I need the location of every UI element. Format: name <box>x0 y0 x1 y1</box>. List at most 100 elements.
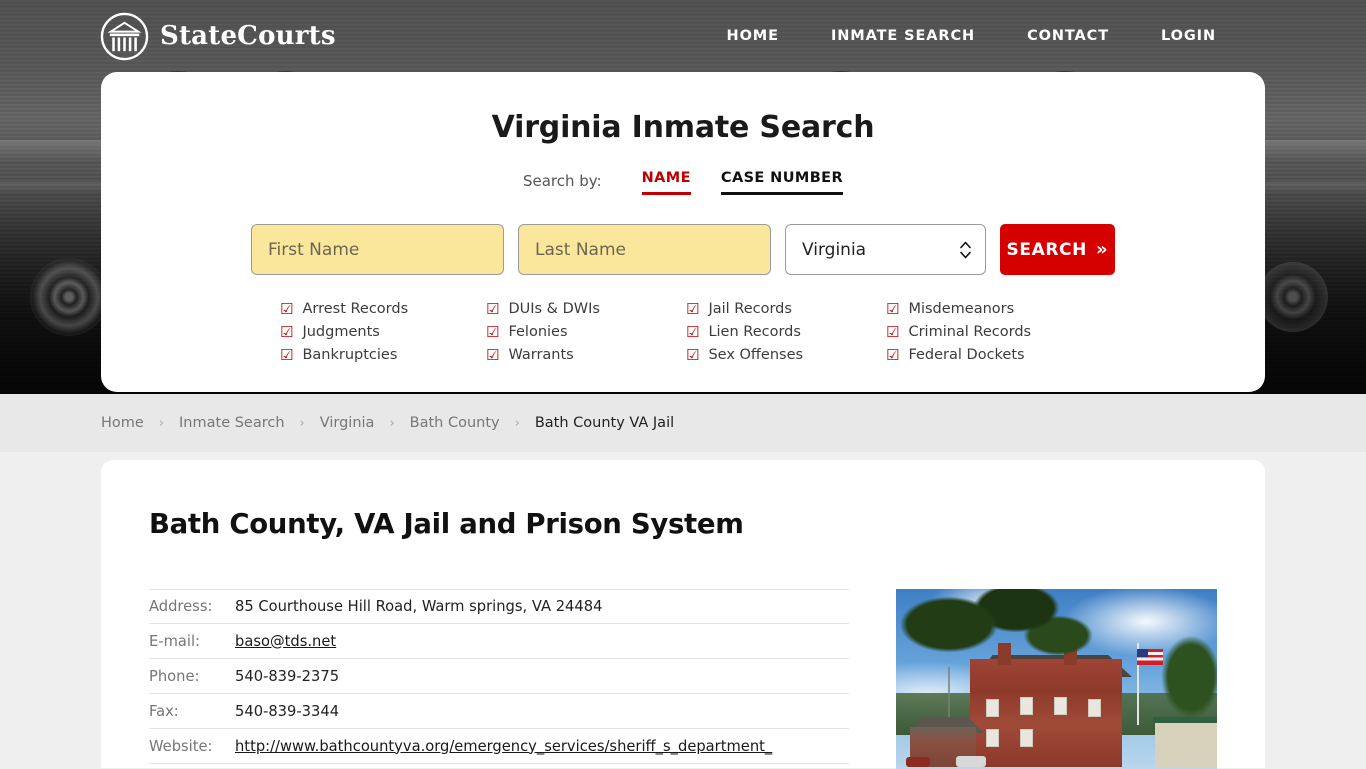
record-type-item[interactable]: ☑ Jail Records <box>686 301 886 317</box>
nav-item-login[interactable]: LOGIN <box>1161 22 1216 50</box>
record-type-label: Lien Records <box>708 324 801 340</box>
facility-info-section: Address: 85 Courthouse Hill Road, Warm s… <box>149 589 1217 769</box>
checkbox-checked-icon: ☑ <box>886 345 900 364</box>
content-card: Bath County, VA Jail and Prison System A… <box>101 460 1265 769</box>
checkbox-checked-icon: ☑ <box>280 299 294 318</box>
record-type-label: Arrest Records <box>302 301 409 317</box>
photo-window <box>1020 697 1033 715</box>
breadcrumb: Home › Inmate Search › Virginia › Bath C… <box>0 394 1366 452</box>
record-type-label: Judgments <box>302 324 380 340</box>
record-type-label: Criminal Records <box>908 324 1032 340</box>
brand-name: StateCourts <box>160 21 336 51</box>
record-type-item[interactable]: ☑ Lien Records <box>686 324 886 340</box>
first-name-input[interactable] <box>251 224 504 275</box>
record-type-item[interactable]: ☑ DUIs & DWIs <box>486 301 686 317</box>
info-row-address: Address: 85 Courthouse Hill Road, Warm s… <box>149 589 849 624</box>
record-type-label: Sex Offenses <box>708 347 804 363</box>
last-name-input[interactable] <box>518 224 771 275</box>
search-form: Virginia SEARCH » <box>101 224 1265 275</box>
checkbox-checked-icon: ☑ <box>686 299 700 318</box>
website-link[interactable]: http://www.bathcountyva.org/emergency_se… <box>235 738 772 755</box>
search-button[interactable]: SEARCH » <box>999 224 1115 275</box>
column-capital-right <box>1258 262 1328 332</box>
record-type-item[interactable]: ☑ Arrest Records <box>280 301 486 317</box>
info-row-phone: Phone: 540-839-2375 <box>149 659 849 694</box>
search-by-tabs: Search by: NAME CASE NUMBER <box>101 170 1265 195</box>
tab-name[interactable]: NAME <box>641 170 691 195</box>
checkbox-checked-icon: ☑ <box>280 322 294 341</box>
checkbox-checked-icon: ☑ <box>486 345 500 364</box>
info-row-email: E-mail: baso@tds.net <box>149 624 849 659</box>
state-select[interactable]: Virginia <box>785 224 986 275</box>
main-nav: HOME INMATE SEARCH CONTACT LOGIN <box>675 22 1216 50</box>
breadcrumb-item-current: Bath County VA Jail <box>534 415 675 431</box>
photo-window <box>986 729 999 747</box>
hero-section: COURTHOUSE StateCourts HOME INMATE SEARC… <box>0 0 1366 394</box>
record-type-label: Warrants <box>508 347 574 363</box>
breadcrumb-item-home[interactable]: Home <box>101 415 144 431</box>
breadcrumb-item-inmate-search[interactable]: Inmate Search <box>179 415 285 431</box>
breadcrumb-separator-icon: › <box>389 415 395 431</box>
record-type-label: DUIs & DWIs <box>508 301 600 317</box>
facility-info-table: Address: 85 Courthouse Hill Road, Warm s… <box>149 589 849 769</box>
state-select-value: Virginia <box>802 239 867 260</box>
breadcrumb-item-bath-county[interactable]: Bath County <box>410 415 500 431</box>
info-label: E-mail: <box>149 632 200 650</box>
info-row-fax: Fax: 540-839-3344 <box>149 694 849 729</box>
inmate-search-card: Virginia Inmate Search Search by: NAME C… <box>101 72 1265 392</box>
record-type-label: Federal Dockets <box>908 347 1025 363</box>
record-type-label: Bankruptcies <box>302 347 398 363</box>
checkbox-checked-icon: ☑ <box>686 322 700 341</box>
nav-item-home[interactable]: HOME <box>727 22 779 50</box>
nav-item-inmate-search[interactable]: INMATE SEARCH <box>831 22 975 50</box>
info-label: Phone: <box>149 667 200 685</box>
info-value-phone: 540-839-2375 <box>235 667 340 685</box>
checkbox-checked-icon: ☑ <box>486 322 500 341</box>
record-type-item[interactable]: ☑ Federal Dockets <box>886 347 1086 363</box>
record-type-item[interactable]: ☑ Criminal Records <box>886 324 1086 340</box>
info-value-address: 85 Courthouse Hill Road, Warm springs, V… <box>235 598 603 615</box>
search-card-title: Virginia Inmate Search <box>491 110 875 145</box>
courthouse-circle-icon <box>100 12 149 60</box>
record-type-label: Misdemeanors <box>908 301 1015 317</box>
photo-car <box>906 757 930 767</box>
record-type-item[interactable]: ☑ Misdemeanors <box>886 301 1086 317</box>
checkbox-checked-icon: ☑ <box>886 299 900 318</box>
info-label: Fax: <box>149 702 179 720</box>
record-type-label: Jail Records <box>708 301 792 317</box>
checkbox-checked-icon: ☑ <box>486 299 500 318</box>
breadcrumb-separator-icon: › <box>514 415 520 431</box>
info-value-fax: 540-839-3344 <box>235 702 340 720</box>
photo-tree-canopy <box>896 589 1096 685</box>
search-button-label: SEARCH <box>1006 239 1087 260</box>
photo-window <box>1088 699 1101 717</box>
checkbox-checked-icon: ☑ <box>886 322 900 341</box>
double-chevron-right-icon: » <box>1095 239 1109 260</box>
search-by-label: Search by: <box>522 172 602 190</box>
photo-window <box>1020 729 1033 747</box>
photo-tree-right <box>1143 617 1217 737</box>
chevron-updown-icon <box>959 241 971 258</box>
breadcrumb-separator-icon: › <box>158 415 165 431</box>
record-type-item[interactable]: ☑ Felonies <box>486 324 686 340</box>
photo-window <box>1054 697 1067 715</box>
top-navigation-bar: StateCourts HOME INMATE SEARCH CONTACT L… <box>0 0 1366 72</box>
info-row-website: Website: http://www.bathcountyva.org/eme… <box>149 729 849 764</box>
column-capital-left <box>30 258 108 336</box>
record-type-item[interactable]: ☑ Bankruptcies <box>280 347 486 363</box>
breadcrumb-item-virginia[interactable]: Virginia <box>320 415 375 431</box>
tab-case-number[interactable]: CASE NUMBER <box>720 170 844 195</box>
nav-item-contact[interactable]: CONTACT <box>1027 22 1109 50</box>
photo-car <box>956 756 986 767</box>
photo-window <box>986 699 999 717</box>
page-title: Bath County, VA Jail and Prison System <box>149 508 744 540</box>
checkbox-checked-icon: ☑ <box>280 345 294 364</box>
record-type-item[interactable]: ☑ Warrants <box>486 347 686 363</box>
brand-logo[interactable]: StateCourts <box>100 12 336 61</box>
record-type-list: ☑ Arrest Records ☑ DUIs & DWIs ☑ Jail Recor… <box>101 301 1265 363</box>
email-link[interactable]: baso@tds.net <box>235 633 336 650</box>
record-type-item[interactable]: ☑ Judgments <box>280 324 486 340</box>
record-type-item[interactable]: ☑ Sex Offenses <box>686 347 886 363</box>
breadcrumb-separator-icon: › <box>299 415 305 431</box>
info-label: Address: <box>149 598 213 615</box>
